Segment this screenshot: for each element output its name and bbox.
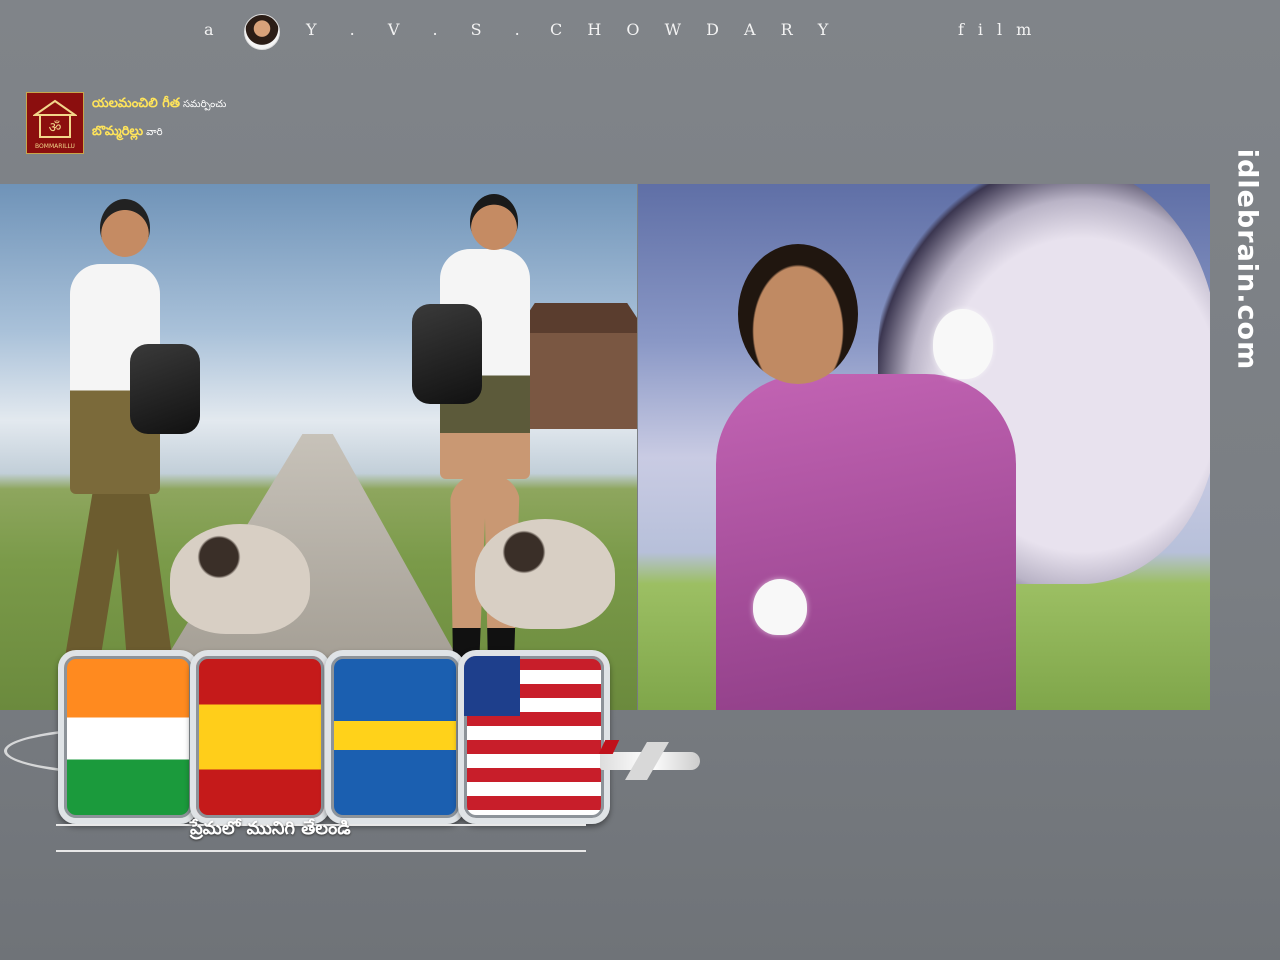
left-photo-panel xyxy=(0,184,637,710)
heroine-head xyxy=(470,194,518,250)
hero-pink-shirt xyxy=(716,374,1016,710)
production-logo: ॐ BOMMARILLU xyxy=(26,92,84,154)
title-letter-spain-flag xyxy=(190,650,330,824)
title-letter-india-flag xyxy=(58,650,198,824)
logo-caption: BOMMARILLU xyxy=(35,143,75,150)
hero-portrait-head xyxy=(738,244,858,384)
presenter-name: యలమంచిలి గీత xyxy=(92,96,180,111)
house-icon: ॐ xyxy=(33,99,77,138)
hero-backpack xyxy=(130,344,200,434)
dove-on-shoulder xyxy=(933,309,993,379)
credit-name-1: Y . V . S . xyxy=(306,20,534,39)
airplane-icon xyxy=(600,752,700,770)
right-photo-panel xyxy=(638,184,1210,710)
movie-tagline: ప్రేమలో మునిగి తేలండి xyxy=(190,818,351,839)
credit-suffix: film xyxy=(958,20,1046,39)
chalet xyxy=(525,329,637,429)
credit-name-2: C H O W D A R Y xyxy=(550,20,839,39)
movie-poster: a Y . V . S . C H O W D A R Y film ॐ BOM… xyxy=(0,0,1280,960)
svg-text:ॐ: ॐ xyxy=(49,120,62,136)
credit-prefix: a xyxy=(204,20,215,39)
site-watermark: idlebrain.com xyxy=(1218,132,1276,382)
title-letter-usa-flag xyxy=(458,650,610,824)
presenter-suffix: సమర్పించు xyxy=(183,99,227,110)
production-line-1: యలమంచిలి గీత సమర్పించు xyxy=(92,96,226,114)
title-letter-sweden-flag xyxy=(325,650,465,824)
pug-dog-right xyxy=(475,519,615,629)
hero-head xyxy=(100,199,150,257)
movie-title-block: ప్రేమలో మునిగి తేలండి xyxy=(0,640,720,870)
production-line-2: బొమ్మరిల్లు వారి xyxy=(92,124,163,142)
dove-in-hands xyxy=(753,579,807,635)
banner-suffix: వారి xyxy=(146,127,163,138)
director-credit: a Y . V . S . C H O W D A R Y film xyxy=(0,14,1280,50)
site-watermark-text: idlebrain.com xyxy=(1231,148,1263,371)
pug-dog-left xyxy=(170,524,310,634)
banner-name: బొమ్మరిల్లు xyxy=(92,124,144,139)
heroine-backpack xyxy=(412,304,482,404)
director-avatar xyxy=(244,14,280,50)
